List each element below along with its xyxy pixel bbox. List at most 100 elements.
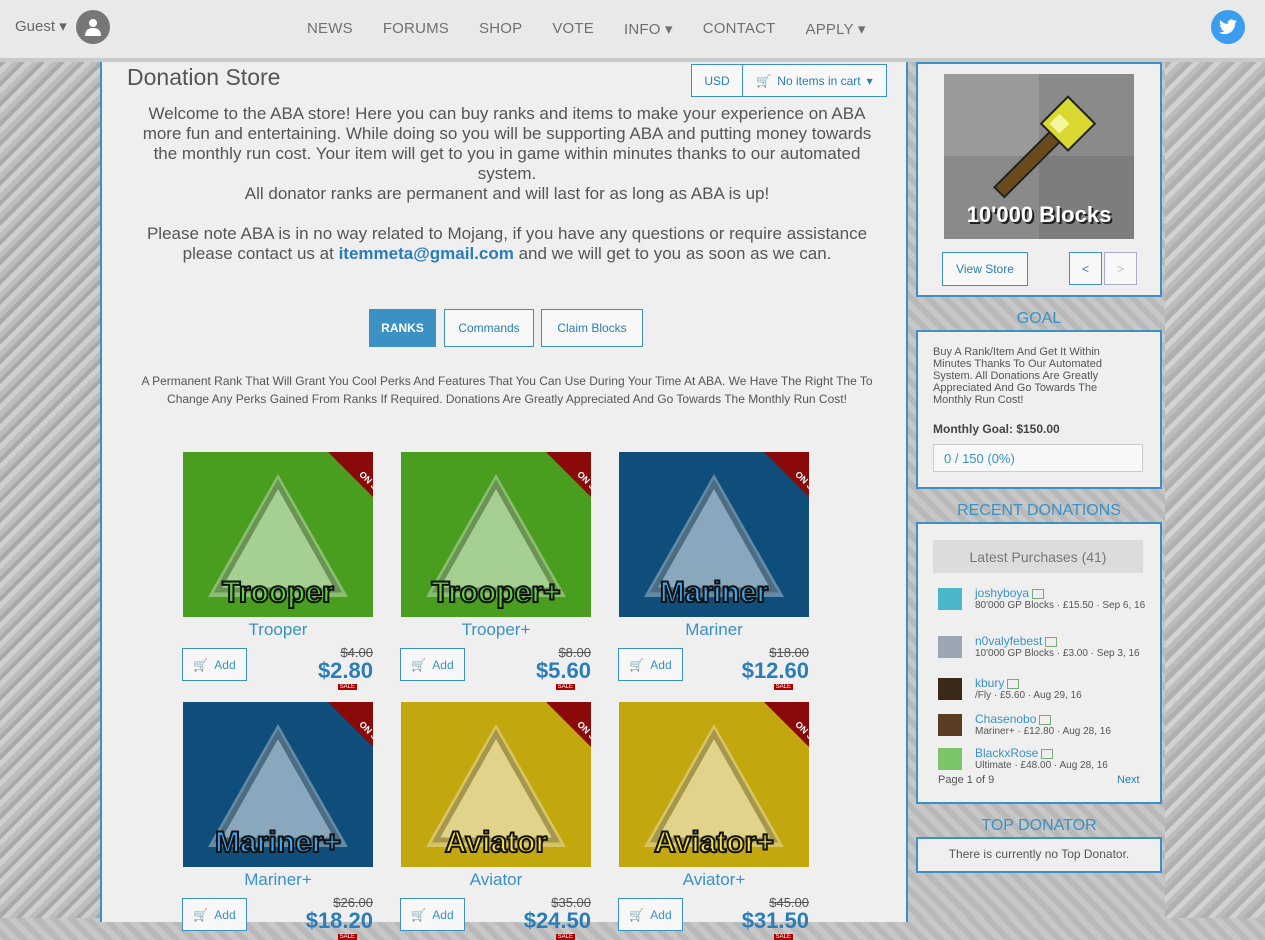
- caret-down-icon: ▾: [866, 73, 873, 88]
- rank-triangle-icon: ON SALE Mariner: [619, 452, 809, 617]
- nav-vote[interactable]: VOTE: [552, 20, 594, 38]
- donation-info: Ultimate · £48.00 · Aug 28, 16: [975, 760, 1108, 771]
- guest-menu[interactable]: Guest ▾: [15, 17, 67, 35]
- product-image[interactable]: ON SALE Trooper+: [401, 452, 591, 617]
- goal-text: Buy A Rank/Item And Get It Within Minute…: [933, 346, 1102, 406]
- sale-price: $18.20: [305, 908, 373, 933]
- sale-price: $24.50: [523, 908, 591, 933]
- nav-contact[interactable]: CONTACT: [703, 20, 776, 38]
- rank-badge-icon: [1039, 714, 1052, 725]
- product-image[interactable]: ON SALE Mariner: [619, 452, 809, 617]
- add-to-cart-button[interactable]: 🛒 Add: [400, 898, 465, 931]
- donor-avatar[interactable]: [938, 748, 962, 770]
- sale-price: $31.50: [741, 908, 809, 933]
- sale-price: $12.60: [741, 658, 809, 683]
- donor-avatar[interactable]: [938, 588, 962, 610]
- product-card: ON SALE Aviator Aviator 🛒Add $35.00 $24.…: [400, 702, 601, 940]
- add-label: Add: [432, 907, 454, 922]
- currency-button[interactable]: USD: [691, 64, 743, 97]
- product-image[interactable]: ON SALE Mariner+: [183, 702, 373, 867]
- donation-info: 10'000 GP Blocks · £3.00 · Sep 3, 16: [975, 648, 1140, 659]
- cart-icon: 🛒: [193, 657, 209, 672]
- nav-apply[interactable]: APPLY ▾: [806, 20, 866, 38]
- cart-icon: 🛒: [629, 907, 645, 922]
- background-right: [1165, 62, 1265, 918]
- donation-info: /Fly · £5.60 · Aug 29, 16: [975, 690, 1082, 701]
- guest-label: Guest: [15, 18, 56, 35]
- donor-avatar[interactable]: [938, 636, 962, 658]
- sale-tag: SALE: [773, 934, 793, 940]
- nav-info[interactable]: INFO ▾: [624, 20, 673, 38]
- intro-contact-end: and we will get to you as soon as we can…: [518, 244, 832, 263]
- product-name[interactable]: Mariner: [619, 620, 809, 640]
- add-to-cart-button[interactable]: 🛒 Add: [182, 898, 247, 931]
- top-donator-text: There is currently no Top Donator.: [948, 847, 1130, 861]
- sale-tag: SALE: [555, 684, 575, 690]
- donation-info: Mariner+ · £12.80 · Aug 28, 16: [975, 726, 1111, 737]
- recent-donations-heading: RECENT DONATIONS: [957, 502, 1121, 519]
- latest-purchases-header: Latest Purchases (41): [933, 540, 1143, 573]
- sale-price: $5.60: [535, 658, 591, 683]
- product-name[interactable]: Mariner+: [183, 870, 373, 890]
- tab-commands[interactable]: Commands: [444, 309, 534, 347]
- add-to-cart-button[interactable]: 🛒 Add: [618, 898, 683, 931]
- caret-down-icon: ▾: [59, 18, 67, 35]
- top-donator-heading: TOP DONATOR: [981, 817, 1097, 834]
- rank-badge-icon: [1032, 588, 1045, 599]
- product-card: ON SALE Trooper+ Trooper+ 🛒Add $8.00 $5.…: [400, 452, 601, 690]
- pager-next-link[interactable]: Next: [1117, 774, 1140, 786]
- donor-avatar[interactable]: [938, 714, 962, 736]
- donor-avatar[interactable]: [938, 678, 962, 700]
- sale-tag: SALE: [555, 934, 575, 940]
- add-label: Add: [214, 657, 236, 672]
- donor-name-link[interactable]: Chasenobo: [975, 712, 1036, 726]
- intro-permanent: All donator ranks are permanent and will…: [244, 184, 770, 203]
- add-label: Add: [650, 907, 672, 922]
- goal-progress-bar: 0 / 150 (0%): [933, 444, 1143, 472]
- nav-forums[interactable]: FORUMS: [383, 20, 449, 38]
- recent-donations-box: Latest Purchases (41) joshyboya 80'000 G…: [916, 522, 1162, 804]
- add-to-cart-button[interactable]: 🛒 Add: [400, 648, 465, 681]
- donor-name-link[interactable]: n0valyfebest: [975, 634, 1042, 648]
- user-avatar-icon[interactable]: [76, 10, 110, 44]
- add-label: Add: [650, 657, 672, 672]
- product-card: ON SALE Trooper Trooper 🛒Add $4.00 $2.80…: [182, 452, 383, 690]
- product-image-label: Aviator+: [654, 826, 774, 859]
- product-name[interactable]: Trooper: [183, 620, 373, 640]
- rank-triangle-icon: ON SALE Trooper: [183, 452, 373, 617]
- twitter-icon[interactable]: [1211, 10, 1245, 44]
- product-image[interactable]: ON SALE Aviator+: [619, 702, 809, 867]
- nav-shop[interactable]: SHOP: [479, 20, 522, 38]
- product-image[interactable]: ON SALE Aviator: [401, 702, 591, 867]
- featured-item-image[interactable]: 10'000 Blocks: [944, 74, 1134, 239]
- store-panel: Donation Store USD 🛒 No items in cart ▾ …: [100, 62, 908, 940]
- product-image[interactable]: ON SALE Trooper: [183, 452, 373, 617]
- cart-button[interactable]: 🛒 No items in cart ▾: [742, 64, 887, 97]
- nav-news[interactable]: NEWS: [307, 20, 353, 38]
- product-image-label: Aviator: [445, 826, 548, 859]
- store-intro: Welcome to the ABA store! Here you can b…: [132, 104, 882, 264]
- sale-tag: SALE: [773, 684, 793, 690]
- product-name[interactable]: Trooper+: [401, 620, 591, 640]
- contact-email-link[interactable]: itemmeta@gmail.com: [339, 244, 514, 263]
- add-to-cart-button[interactable]: 🛒 Add: [182, 648, 247, 681]
- next-button[interactable]: >: [1104, 252, 1137, 285]
- background-left: [0, 62, 100, 918]
- add-label: Add: [432, 657, 454, 672]
- donor-name-link[interactable]: kbury: [975, 676, 1004, 690]
- cart-icon: 🛒: [756, 73, 772, 88]
- tab-ranks[interactable]: RANKS: [369, 309, 436, 347]
- product-card: ON SALE Aviator+ Aviator+ 🛒Add $45.00 $3…: [618, 702, 819, 940]
- add-to-cart-button[interactable]: 🛒 Add: [618, 648, 683, 681]
- product-name[interactable]: Aviator: [401, 870, 591, 890]
- tab-claim-blocks[interactable]: Claim Blocks: [541, 309, 643, 347]
- donor-name-link[interactable]: BlackxRose: [975, 746, 1038, 760]
- donor-name-link[interactable]: joshyboya: [975, 586, 1029, 600]
- donation-info: 80'000 GP Blocks · £15.50 · Sep 6, 16: [975, 600, 1146, 611]
- view-store-button[interactable]: View Store: [942, 252, 1028, 286]
- nav-info-label: INFO: [623, 21, 661, 38]
- rank-badge-icon: [1041, 748, 1054, 759]
- add-label: Add: [214, 907, 236, 922]
- prev-button[interactable]: <: [1069, 252, 1102, 285]
- product-name[interactable]: Aviator+: [619, 870, 809, 890]
